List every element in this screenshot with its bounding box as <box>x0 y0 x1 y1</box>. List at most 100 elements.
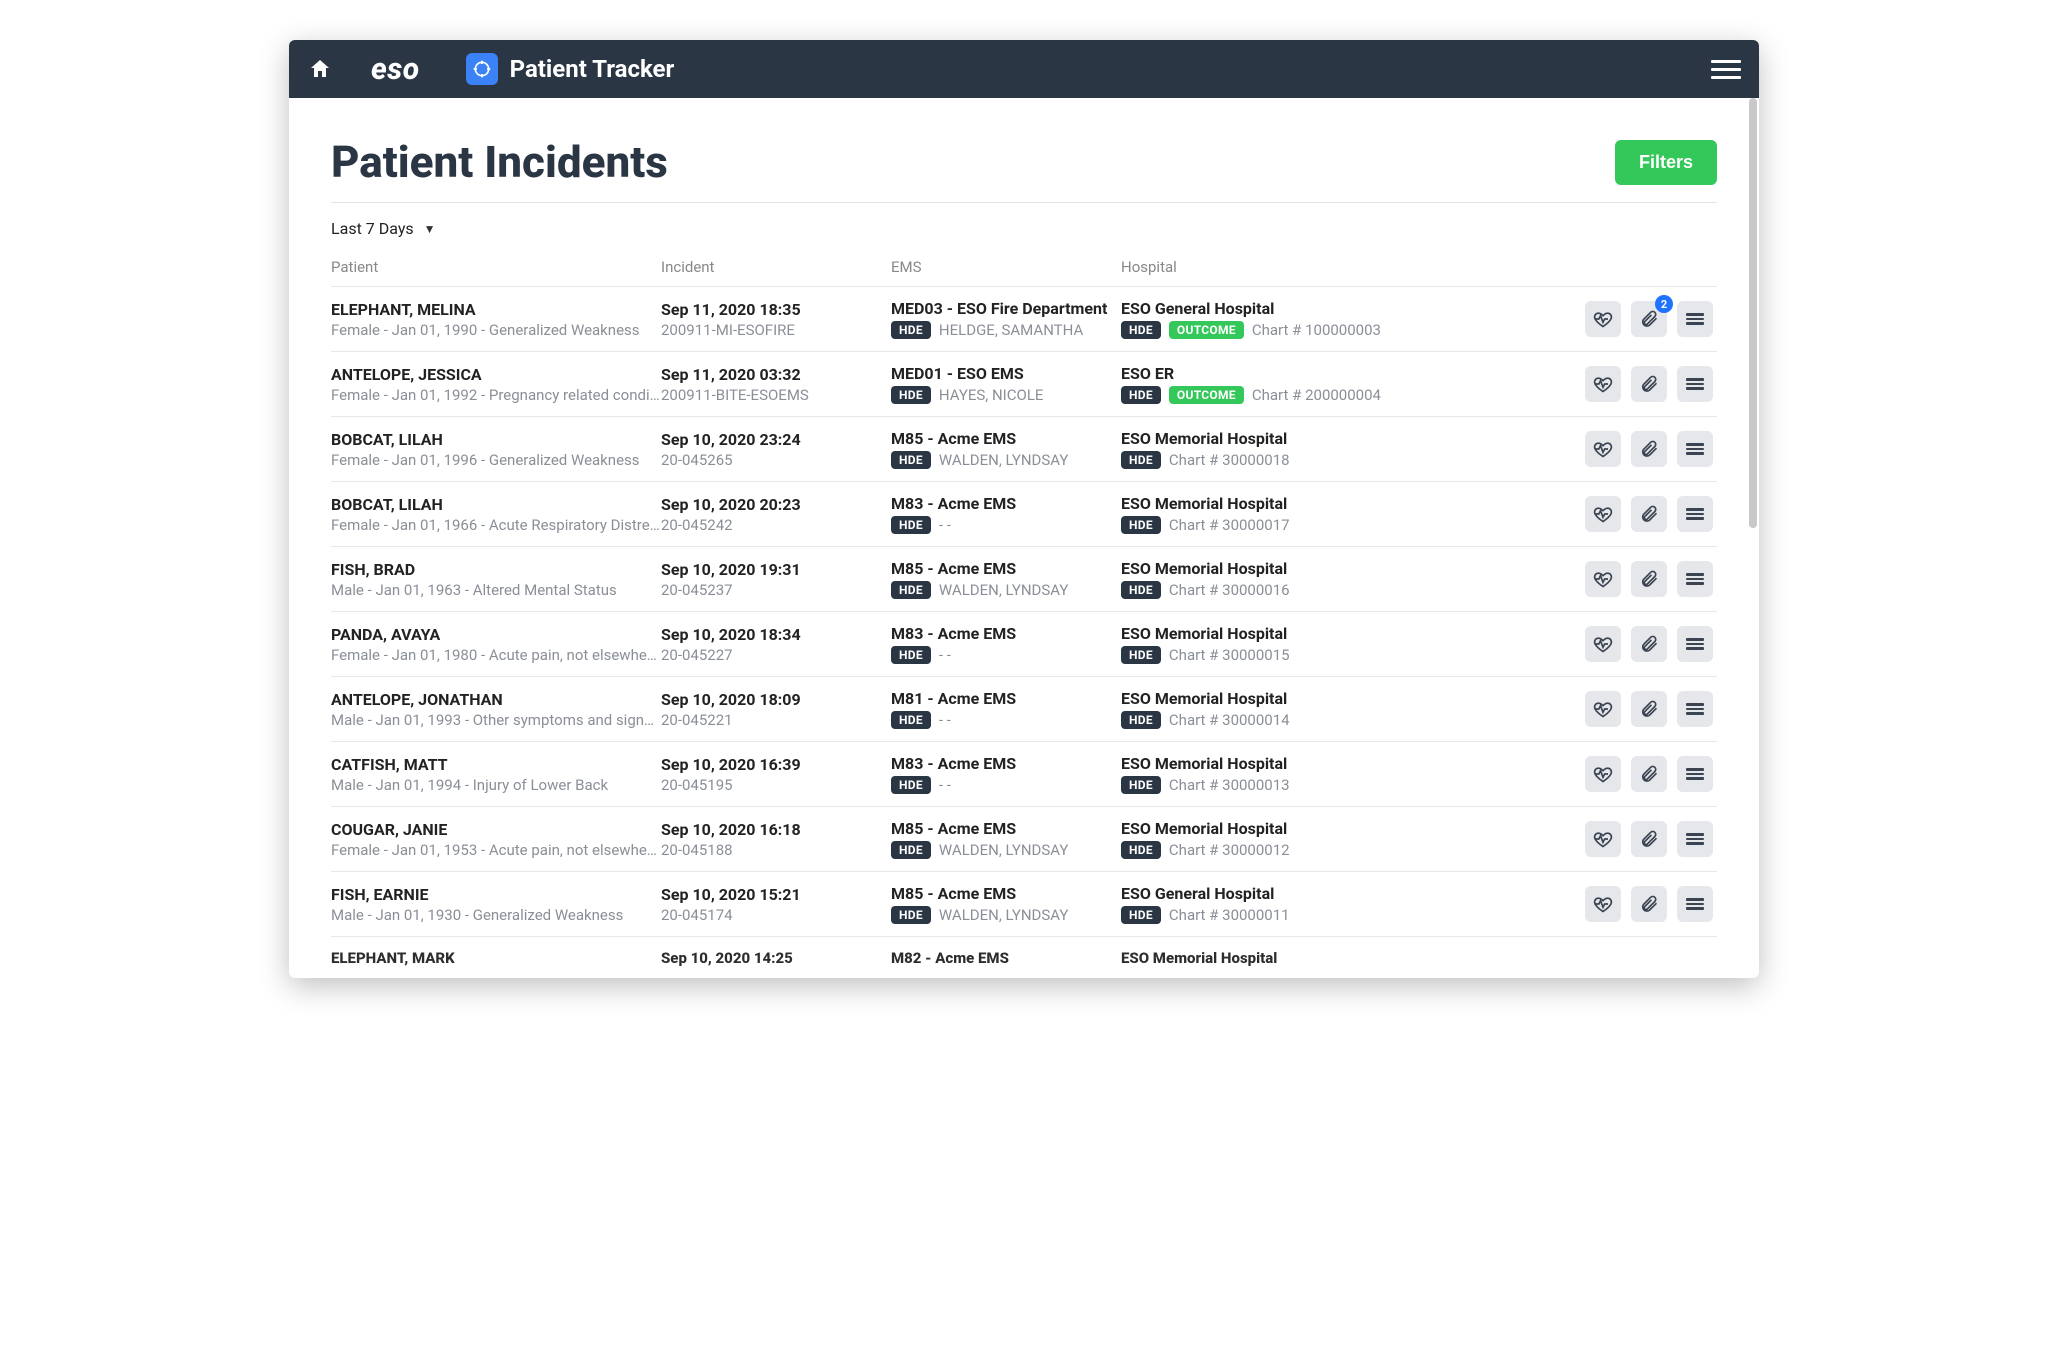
scrollbar[interactable] <box>1749 98 1757 528</box>
table-row[interactable]: BOBCAT, LILAH Female - Jan 01, 1996 - Ge… <box>331 416 1717 481</box>
row-menu-button[interactable] <box>1677 756 1713 792</box>
table-row[interactable]: PANDA, AVAYA Female - Jan 01, 1980 - Acu… <box>331 611 1717 676</box>
vitals-button[interactable] <box>1585 756 1621 792</box>
heart-pulse-icon <box>1593 374 1613 394</box>
ems-name: M83 - Acme EMS <box>891 494 1121 513</box>
row-menu-button[interactable] <box>1677 886 1713 922</box>
attachments-button[interactable] <box>1631 886 1667 922</box>
row-menu-button[interactable] <box>1677 301 1713 337</box>
menu-lines-icon <box>1686 441 1704 457</box>
chart-number: Chart # 30000012 <box>1169 841 1290 859</box>
filters-button[interactable]: Filters <box>1615 140 1717 185</box>
date-range-selector[interactable]: Last 7 Days ▼ <box>331 213 1717 252</box>
incident-time: Sep 10, 2020 18:34 <box>661 625 891 644</box>
attachments-button[interactable] <box>1631 561 1667 597</box>
patient-name: BOBCAT, LILAH <box>331 495 661 514</box>
hospital-name: ESO Memorial Hospital <box>1121 429 1547 448</box>
vitals-button[interactable] <box>1585 886 1621 922</box>
row-menu-button[interactable] <box>1677 691 1713 727</box>
incident-id: 20-045242 <box>661 514 891 534</box>
row-menu-button[interactable] <box>1677 561 1713 597</box>
ems-name: M85 - Acme EMS <box>891 429 1121 448</box>
row-menu-button[interactable] <box>1677 366 1713 402</box>
incident-id: 20-045265 <box>661 449 891 469</box>
attachments-button[interactable] <box>1631 756 1667 792</box>
hde-badge: HDE <box>891 711 931 729</box>
hde-badge: HDE <box>891 906 931 924</box>
hde-badge: HDE <box>891 451 931 469</box>
table-header: Patient Incident EMS Hospital <box>331 252 1717 286</box>
ems-person: - - <box>939 646 951 664</box>
incident-id: 200911-MI-ESOFIRE <box>661 319 891 339</box>
ems-name: M82 - Acme EMS <box>891 949 1121 967</box>
home-button[interactable] <box>307 56 333 82</box>
hde-badge: HDE <box>1121 516 1161 534</box>
table-row[interactable]: FISH, EARNIE Male - Jan 01, 1930 - Gener… <box>331 871 1717 936</box>
table-row[interactable]: ANTELOPE, JONATHAN Male - Jan 01, 1993 -… <box>331 676 1717 741</box>
col-ems: EMS <box>891 258 1121 276</box>
col-patient: Patient <box>331 258 661 276</box>
heart-pulse-icon <box>1593 764 1613 784</box>
chevron-down-icon: ▼ <box>424 222 436 236</box>
attachments-button[interactable]: 2 <box>1631 301 1667 337</box>
row-menu-button[interactable] <box>1677 431 1713 467</box>
vitals-button[interactable] <box>1585 691 1621 727</box>
hde-badge: HDE <box>1121 451 1161 469</box>
hospital-name: ESO Memorial Hospital <box>1121 689 1547 708</box>
vitals-button[interactable] <box>1585 821 1621 857</box>
table-row[interactable]: ANTELOPE, JESSICA Female - Jan 01, 1992 … <box>331 351 1717 416</box>
table-row[interactable]: ELEPHANT, MARK Sep 10, 2020 14:25 M82 - … <box>331 936 1717 967</box>
hospital-name: ESO Memorial Hospital <box>1121 819 1547 838</box>
app-header: eso Patient Tracker <box>289 40 1759 98</box>
patient-name: FISH, EARNIE <box>331 885 661 904</box>
incident-id: 20-045237 <box>661 579 891 599</box>
ems-name: M83 - Acme EMS <box>891 624 1121 643</box>
attachments-button[interactable] <box>1631 626 1667 662</box>
table-row[interactable]: BOBCAT, LILAH Female - Jan 01, 1966 - Ac… <box>331 481 1717 546</box>
attachments-button[interactable] <box>1631 431 1667 467</box>
row-menu-button[interactable] <box>1677 496 1713 532</box>
vitals-button[interactable] <box>1585 431 1621 467</box>
vitals-button[interactable] <box>1585 561 1621 597</box>
patient-name: PANDA, AVAYA <box>331 625 661 644</box>
table-row[interactable]: CATFISH, MATT Male - Jan 01, 1994 - Inju… <box>331 741 1717 806</box>
incident-time: Sep 10, 2020 18:09 <box>661 690 891 709</box>
outcome-badge: OUTCOME <box>1169 386 1244 404</box>
paperclip-icon <box>1639 699 1659 719</box>
attachments-button[interactable] <box>1631 821 1667 857</box>
hde-badge: HDE <box>1121 906 1161 924</box>
paperclip-icon <box>1639 439 1659 459</box>
vitals-button[interactable] <box>1585 626 1621 662</box>
menu-lines-icon <box>1686 701 1704 717</box>
row-menu-button[interactable] <box>1677 821 1713 857</box>
table-row[interactable]: FISH, BRAD Male - Jan 01, 1963 - Altered… <box>331 546 1717 611</box>
hospital-name: ESO Memorial Hospital <box>1121 624 1547 643</box>
chart-number: Chart # 30000018 <box>1169 451 1290 469</box>
attachments-button[interactable] <box>1631 691 1667 727</box>
paperclip-icon <box>1639 764 1659 784</box>
patient-name: CATFISH, MATT <box>331 755 661 774</box>
patient-sub: Male - Jan 01, 1930 - Generalized Weakne… <box>331 904 661 924</box>
attachments-button[interactable] <box>1631 366 1667 402</box>
app-chip[interactable]: Patient Tracker <box>466 53 675 85</box>
patient-sub: Female - Jan 01, 1966 - Acute Respirator… <box>331 514 661 534</box>
table-row[interactable]: ELEPHANT, MELINA Female - Jan 01, 1990 -… <box>331 286 1717 351</box>
heart-pulse-icon <box>1593 569 1613 589</box>
patient-name: ELEPHANT, MARK <box>331 949 661 967</box>
outcome-badge: OUTCOME <box>1169 321 1244 339</box>
patient-sub: Female - Jan 01, 1992 - Pregnancy relate… <box>331 384 661 404</box>
hospital-name: ESO ER <box>1121 364 1547 383</box>
paperclip-icon <box>1639 504 1659 524</box>
table-row[interactable]: COUGAR, JANIE Female - Jan 01, 1953 - Ac… <box>331 806 1717 871</box>
vitals-button[interactable] <box>1585 301 1621 337</box>
chart-number: Chart # 30000011 <box>1169 906 1290 924</box>
vitals-button[interactable] <box>1585 366 1621 402</box>
vitals-button[interactable] <box>1585 496 1621 532</box>
row-menu-button[interactable] <box>1677 626 1713 662</box>
menu-button[interactable] <box>1711 54 1741 84</box>
attachments-button[interactable] <box>1631 496 1667 532</box>
ems-person: WALDEN, LYNDSAY <box>939 906 1069 924</box>
hospital-name: ESO Memorial Hospital <box>1121 494 1547 513</box>
patient-name: ELEPHANT, MELINA <box>331 300 661 319</box>
menu-lines-icon <box>1686 896 1704 912</box>
